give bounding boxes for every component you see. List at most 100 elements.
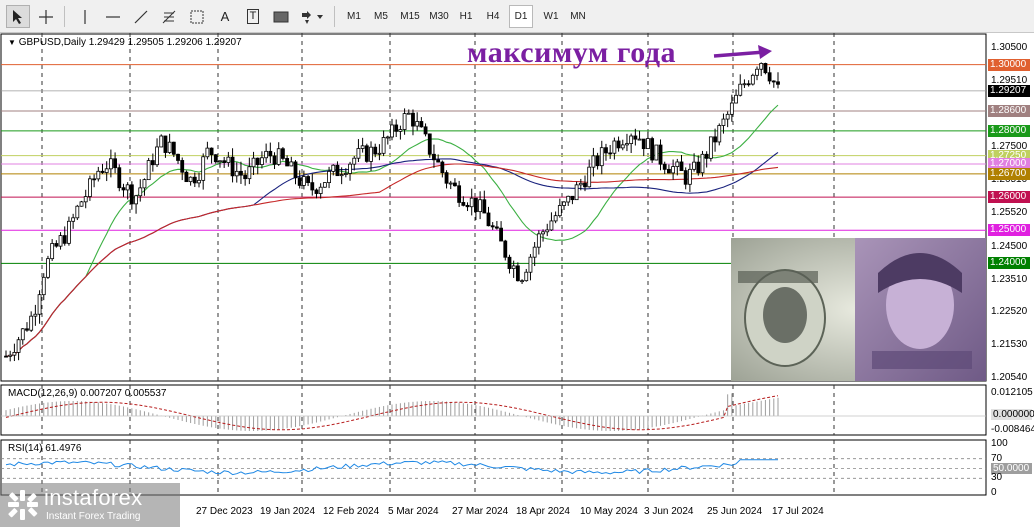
candle — [71, 217, 76, 222]
candle — [251, 157, 256, 168]
candle — [587, 166, 592, 188]
rectangle-tool[interactable] — [270, 5, 292, 28]
dollar-portrait — [763, 287, 807, 343]
macd-label: MACD(12,26,9) 0.007207 0.005537 — [8, 388, 167, 399]
timeframe-mn[interactable]: MN — [566, 5, 590, 28]
text-icon: A — [220, 9, 230, 24]
candle — [520, 280, 524, 283]
candle — [541, 231, 545, 235]
crosshair-tool[interactable] — [34, 5, 58, 28]
candle — [54, 243, 59, 247]
candle — [293, 161, 298, 179]
candle — [528, 256, 533, 273]
candle — [511, 265, 516, 269]
candle — [662, 163, 667, 170]
candle — [213, 154, 218, 163]
text-tool[interactable]: A — [214, 5, 236, 28]
candle — [604, 147, 608, 154]
cursor-tool[interactable] — [6, 5, 30, 28]
candle — [176, 153, 180, 161]
candle — [150, 160, 155, 166]
candle — [138, 187, 143, 197]
candle — [654, 144, 659, 161]
candle — [108, 158, 113, 170]
candle — [335, 164, 340, 177]
candle — [478, 199, 483, 213]
candle — [100, 170, 105, 173]
timeframe-m30[interactable]: M30 — [426, 5, 452, 28]
date-axis-label: 18 Apr 2024 — [516, 506, 570, 517]
pound-collar — [872, 351, 972, 369]
candle — [591, 155, 596, 168]
fibonacci-tool[interactable] — [158, 5, 180, 28]
candle — [759, 63, 764, 70]
candle — [4, 355, 8, 358]
candle — [742, 83, 747, 86]
candle — [16, 339, 21, 353]
text-label-tool[interactable]: T — [242, 5, 264, 28]
candle — [260, 157, 264, 165]
candle — [415, 121, 420, 127]
price-tag: 1.30000 — [988, 58, 1030, 71]
candle — [142, 179, 147, 189]
horizontal-line-tool[interactable] — [102, 5, 124, 28]
candle — [750, 74, 755, 85]
timeframe-m15[interactable]: M15 — [397, 5, 423, 28]
candle — [457, 185, 462, 203]
candle — [29, 315, 34, 331]
timeframe-w1[interactable]: W1 — [539, 5, 563, 28]
candle — [75, 205, 80, 219]
dollar-text-band — [738, 271, 818, 283]
candle — [469, 197, 474, 208]
channel-tool[interactable] — [186, 5, 208, 28]
timeframe-d1[interactable]: D1 — [509, 5, 533, 28]
candle — [369, 146, 373, 162]
candle — [570, 195, 575, 201]
candle — [763, 63, 768, 74]
date-axis-label: 27 Dec 2023 — [196, 506, 253, 517]
date-axis-label: 27 Mar 2024 — [452, 506, 509, 517]
shapes-menu[interactable] — [298, 5, 328, 28]
candle — [276, 148, 281, 165]
candle — [352, 157, 357, 165]
price-axis-label: 1.25520 — [991, 207, 1028, 218]
candle — [423, 126, 428, 135]
candle — [675, 161, 680, 167]
candle — [482, 199, 487, 214]
text-label-icon: T — [246, 9, 260, 24]
timeframe-h4[interactable]: H4 — [482, 5, 504, 28]
price-chart[interactable] — [0, 33, 1034, 527]
vertical-line-tool[interactable] — [74, 5, 96, 28]
candle — [37, 294, 42, 315]
candle — [121, 187, 126, 191]
collapse-triangle-icon[interactable]: ▼ — [8, 38, 16, 47]
candle — [629, 135, 634, 144]
candle — [322, 182, 327, 188]
candle — [448, 182, 453, 185]
candle — [377, 152, 382, 155]
candle — [394, 124, 399, 132]
candle — [268, 150, 273, 157]
candle — [343, 173, 348, 175]
candle — [444, 172, 449, 184]
candle — [566, 195, 571, 203]
date-axis-label: 10 May 2024 — [580, 506, 638, 517]
macd-axis-label: -0.008464 — [991, 424, 1034, 435]
date-axis-label: 19 Jan 2024 — [260, 506, 316, 517]
trend-line-tool[interactable] — [130, 5, 152, 28]
price-axis-label: 1.21530 — [991, 339, 1028, 351]
candle — [440, 161, 445, 174]
candle — [113, 158, 117, 169]
date-axis-label: 12 Feb 2024 — [323, 506, 380, 517]
candle — [171, 141, 176, 155]
instaforex-logo-icon — [8, 490, 38, 520]
timeframe-m1[interactable]: M1 — [343, 5, 365, 28]
fibonacci-icon — [162, 10, 176, 23]
timeframe-h1[interactable]: H1 — [455, 5, 477, 28]
candle — [327, 171, 331, 184]
candle — [692, 161, 696, 170]
candle — [234, 170, 239, 177]
candle — [33, 313, 38, 317]
timeframe-m5[interactable]: M5 — [370, 5, 392, 28]
candle — [515, 265, 520, 282]
